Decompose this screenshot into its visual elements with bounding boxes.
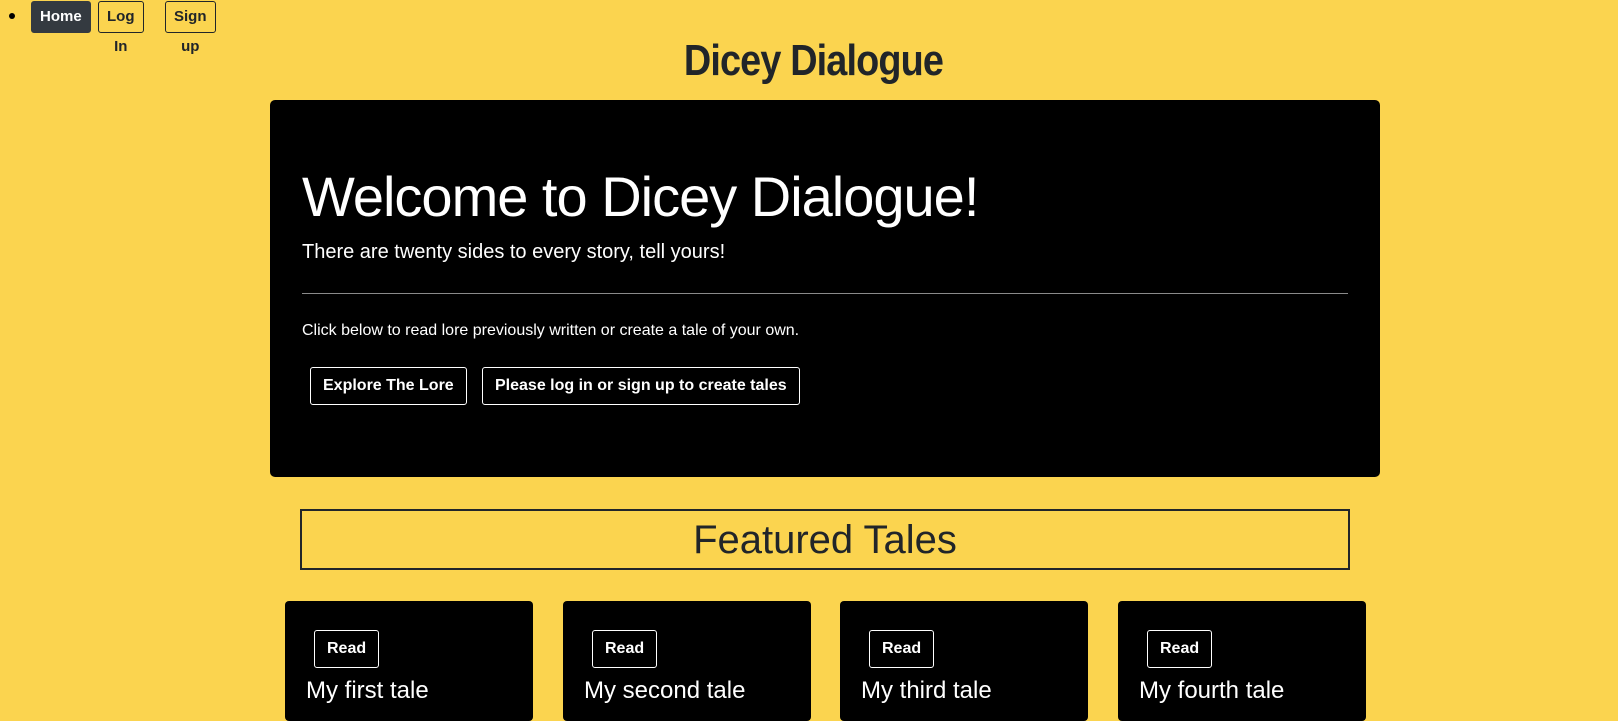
tale-title: My third tale <box>861 677 992 704</box>
featured-tales-header: Featured Tales <box>300 509 1350 570</box>
nav-login-button[interactable]: Log In <box>98 1 144 55</box>
tale-card: Read My fourth tale <box>1118 601 1366 721</box>
tale-card: Read My third tale <box>840 601 1088 721</box>
read-button[interactable]: Read <box>314 630 380 668</box>
hero-panel: Welcome to Dicey Dialogue! There are twe… <box>270 100 1380 477</box>
tale-card: Read My second tale <box>563 601 811 721</box>
tale-title: My fourth tale <box>1139 677 1285 704</box>
tale-card: Read My first tale <box>285 601 533 721</box>
create-tale-button[interactable]: Please log in or sign up to create tales <box>482 367 800 405</box>
tale-title: My first tale <box>306 677 429 704</box>
read-button[interactable]: Read <box>592 630 658 668</box>
hero-divider <box>302 293 1348 294</box>
list-bullet <box>9 13 15 19</box>
site-title: Dicey Dialogue <box>683 36 944 85</box>
tale-title: My second tale <box>584 677 746 704</box>
hero-heading: Welcome to Dicey Dialogue! <box>302 165 979 228</box>
explore-lore-button[interactable]: Explore The Lore <box>310 367 467 405</box>
hero-lead: There are twenty sides to every story, t… <box>302 241 726 263</box>
hero-text: Click below to read lore previously writ… <box>302 322 800 339</box>
nav-signup-button[interactable]: Sign up <box>165 1 216 55</box>
read-button[interactable]: Read <box>869 630 935 668</box>
read-button[interactable]: Read <box>1147 630 1213 668</box>
featured-tales-heading: Featured Tales <box>693 518 957 562</box>
nav-home-button[interactable]: Home <box>31 1 91 33</box>
